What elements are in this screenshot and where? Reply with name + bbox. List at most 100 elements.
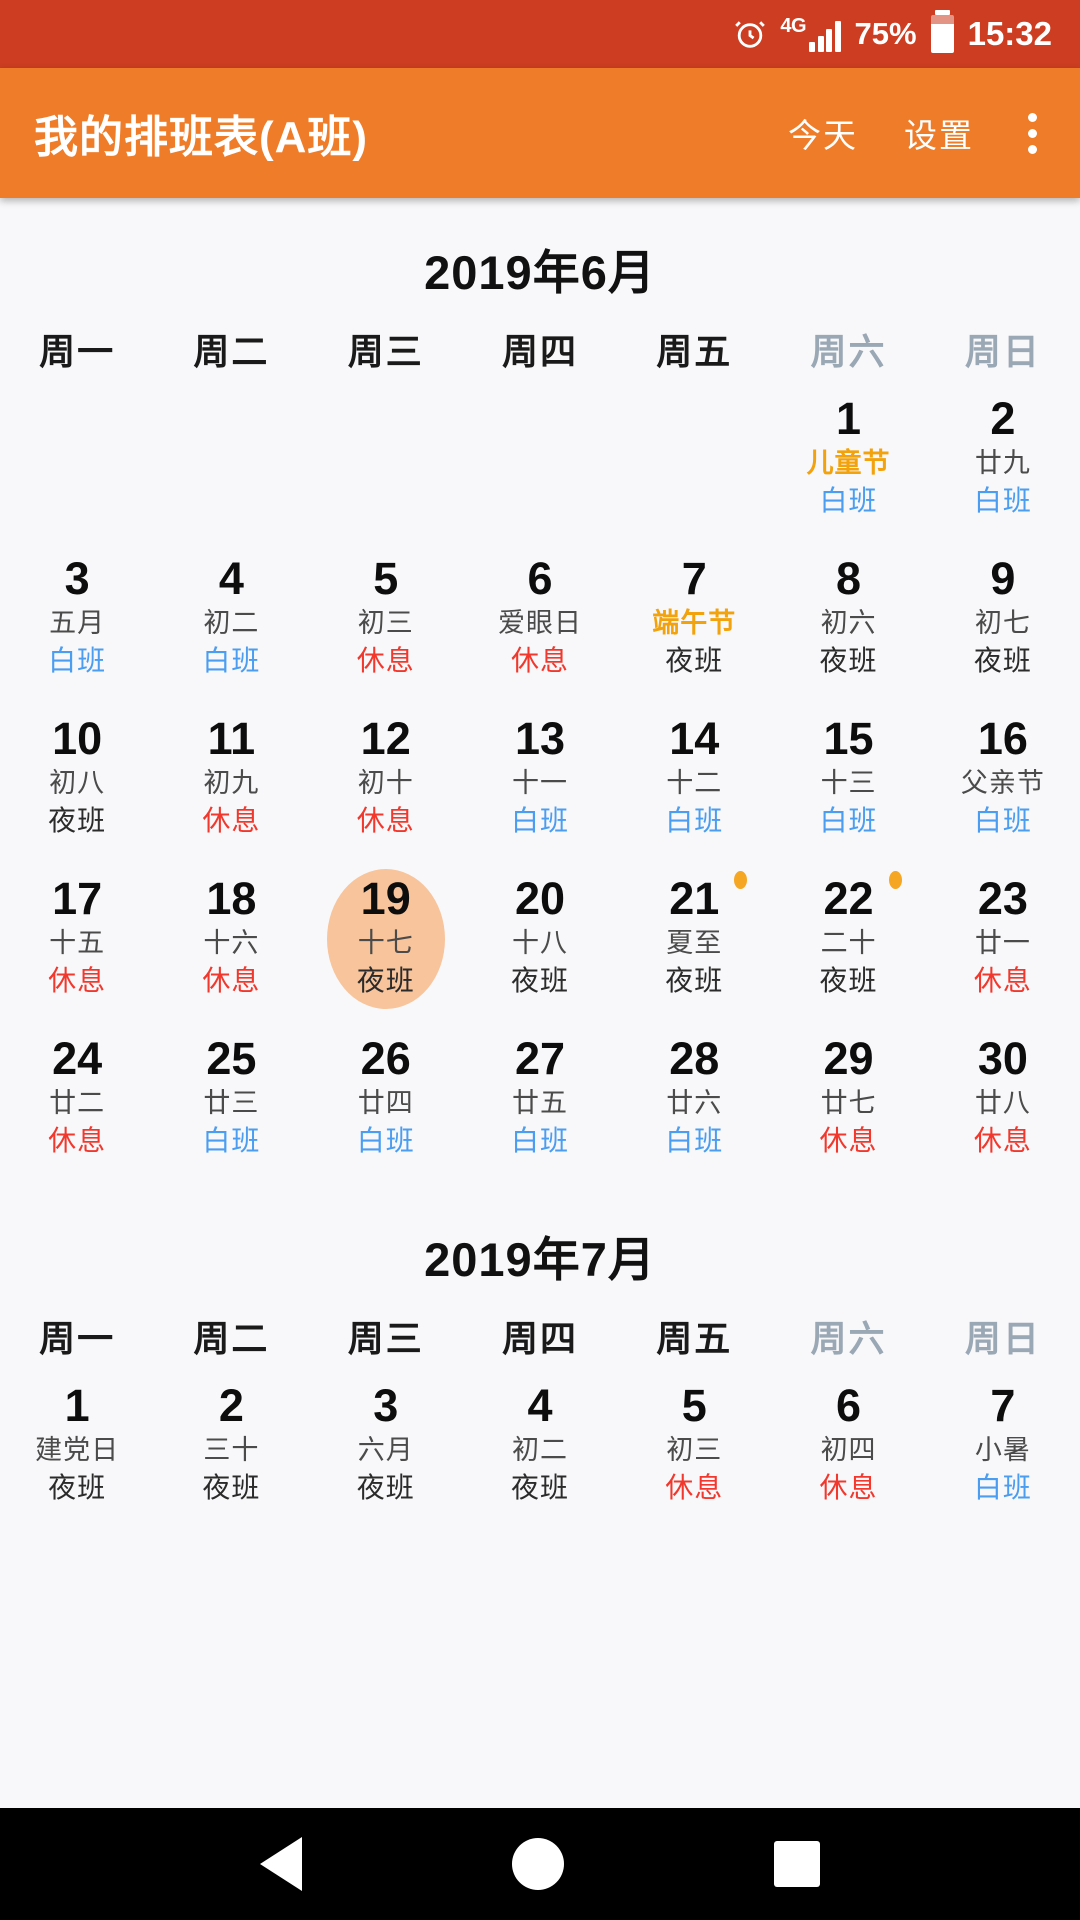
signal-strength-bars xyxy=(809,20,841,52)
lunar-or-festival-label: 初六 xyxy=(820,607,877,638)
calendar-day-cell[interactable]: 6 初四 休息 xyxy=(771,1372,925,1532)
phone-screen: 4G 75% 15:32 我的排班表(A班) 今天 设置 2019年6月 周一 周二… xyxy=(0,0,1080,1920)
calendar-day-cell[interactable]: 18 十六 休息 xyxy=(154,865,308,1025)
calendar-day-cell[interactable]: 2 三十 夜班 xyxy=(154,1372,308,1532)
calendar-day-cell[interactable]: 1 儿童节 白班 xyxy=(771,385,925,545)
calendar-day-cell[interactable]: 10 初八 夜班 xyxy=(0,705,154,865)
calendar-day-cell[interactable]: 1 建党日 夜班 xyxy=(0,1372,154,1532)
lunar-or-festival-label: 父亲节 xyxy=(960,767,1045,798)
overflow-menu-icon[interactable] xyxy=(1026,112,1038,154)
lunar-or-festival-label: 十二 xyxy=(666,767,723,798)
weekday-header-5: 周五 xyxy=(656,1318,733,1359)
weekday-header-3: 周三 xyxy=(347,1318,424,1359)
event-dot-icon xyxy=(734,871,748,889)
lunar-or-festival-label: 初二 xyxy=(511,1434,568,1465)
calendar-day-cell[interactable]: 26 廿四 白班 xyxy=(309,1025,463,1185)
status-clock: 15:32 xyxy=(967,15,1052,52)
lunar-or-festival-label: 廿六 xyxy=(666,1087,723,1118)
calendar-day-cell[interactable]: 7 小暑 白班 xyxy=(926,1372,1080,1532)
calendar-day-cell[interactable]: 5 初三 休息 xyxy=(309,545,463,705)
month-title: 2019年7月 xyxy=(424,1233,656,1286)
shift-label: 白班 xyxy=(665,805,724,837)
calendar-day-cell[interactable]: 4 初二 白班 xyxy=(154,545,308,705)
calendar-week-row: 24 廿二 休息 25 廿三 白班 26 廿四 白班 27 廿五 白班 28 廿六 白班 29 廿七 休息 30 廿八… xyxy=(0,1025,1080,1185)
weekday-header-4: 周四 xyxy=(501,1318,578,1359)
shift-label: 休息 xyxy=(665,1472,724,1504)
day-number: 1 xyxy=(64,1380,90,1431)
calendar-scroll-area[interactable]: 2019年6月 周一 周二 周三 周四 周五 周六 周日 1 儿童节 白班 2 廿九 白班 3 五月 白班 4 初二… xyxy=(0,198,1080,1808)
settings-button[interactable]: 设置 xyxy=(904,109,974,157)
calendar-day-cell[interactable]: 25 廿三 白班 xyxy=(154,1025,308,1185)
day-number: 19 xyxy=(360,873,411,924)
day-number: 4 xyxy=(527,1380,553,1431)
lunar-or-festival-label: 十八 xyxy=(511,927,568,958)
today-button[interactable]: 今天 xyxy=(788,109,858,157)
shift-label: 夜班 xyxy=(356,965,415,997)
day-number: 4 xyxy=(218,553,244,604)
calendar-day-cell[interactable]: 20 十八 夜班 xyxy=(463,865,617,1025)
day-number: 25 xyxy=(206,1033,257,1084)
android-nav-bar xyxy=(0,1808,1080,1920)
calendar-day-cell[interactable]: 30 廿八 休息 xyxy=(926,1025,1080,1185)
calendar-day-cell[interactable]: 9 初七 夜班 xyxy=(926,545,1080,705)
shift-label: 休息 xyxy=(202,965,261,997)
calendar-day-cell[interactable]: 12 初十 休息 xyxy=(309,705,463,865)
back-triangle-icon[interactable] xyxy=(260,1837,302,1891)
lunar-or-festival-label: 廿四 xyxy=(357,1087,414,1118)
shift-label: 夜班 xyxy=(665,965,724,997)
lunar-or-festival-label: 廿八 xyxy=(974,1087,1031,1118)
calendar-day-cell[interactable]: 24 廿二 休息 xyxy=(0,1025,154,1185)
calendar-day-cell[interactable]: 28 廿六 白班 xyxy=(617,1025,771,1185)
calendar-day-cell[interactable]: 27 廿五 白班 xyxy=(463,1025,617,1185)
calendar-day-cell[interactable]: 17 十五 休息 xyxy=(0,865,154,1025)
day-number: 17 xyxy=(52,873,103,924)
day-number: 6 xyxy=(527,553,553,604)
day-number: 30 xyxy=(977,1033,1028,1084)
shift-label: 夜班 xyxy=(48,805,107,837)
calendar-day-cell[interactable]: 15 十三 白班 xyxy=(771,705,925,865)
day-number: 5 xyxy=(373,553,399,604)
lunar-or-festival-label: 廿二 xyxy=(49,1087,106,1118)
lunar-or-festival-label: 廿五 xyxy=(511,1087,568,1118)
calendar-day-cell[interactable]: 7 端午节 夜班 xyxy=(617,545,771,705)
calendar-day-cell[interactable]: 14 十二 白班 xyxy=(617,705,771,865)
weekday-header-1: 周一 xyxy=(39,331,116,372)
shift-label: 白班 xyxy=(973,485,1032,517)
calendar-day-cell[interactable]: 3 六月 夜班 xyxy=(309,1372,463,1532)
calendar-day-cell[interactable]: 11 初九 休息 xyxy=(154,705,308,865)
calendar-day-cell[interactable]: 6 爱眼日 休息 xyxy=(463,545,617,705)
lunar-or-festival-label: 儿童节 xyxy=(806,447,891,478)
calendar-day-cell[interactable]: 8 初六 夜班 xyxy=(771,545,925,705)
calendar-day-cell[interactable]: 5 初三 休息 xyxy=(617,1372,771,1532)
lunar-or-festival-label: 夏至 xyxy=(666,927,723,958)
weekday-header-6: 周六 xyxy=(810,1318,887,1359)
day-number: 7 xyxy=(681,553,707,604)
day-number: 8 xyxy=(836,553,862,604)
calendar-day-cell[interactable]: 22 二十 夜班 xyxy=(771,865,925,1025)
shift-label: 白班 xyxy=(819,805,878,837)
network-type-label: 4G xyxy=(780,15,807,37)
calendar-day-cell[interactable]: 23 廿一 休息 xyxy=(926,865,1080,1025)
shift-label: 白班 xyxy=(202,1125,261,1157)
lunar-or-festival-label: 廿七 xyxy=(820,1087,877,1118)
calendar-day-cell[interactable]: 2 廿九 白班 xyxy=(926,385,1080,545)
calendar-day-cell[interactable]: 13 十一 白班 xyxy=(463,705,617,865)
home-circle-icon[interactable] xyxy=(512,1838,564,1890)
weekday-header-4: 周四 xyxy=(501,331,578,372)
lunar-or-festival-label: 初四 xyxy=(820,1434,877,1465)
shift-label: 白班 xyxy=(819,485,878,517)
calendar-day-cell[interactable]: 29 廿七 休息 xyxy=(771,1025,925,1185)
shift-label: 休息 xyxy=(356,805,415,837)
calendar-week-row: 1 建党日 夜班 2 三十 夜班 3 六月 夜班 4 初二 夜班 5 初三 休息 6 初四 休息 7 小暑 白班 xyxy=(0,1372,1080,1532)
recents-square-icon[interactable] xyxy=(774,1841,820,1887)
shift-label: 白班 xyxy=(510,1125,569,1157)
calendar-day-cell[interactable]: 4 初二 夜班 xyxy=(463,1372,617,1532)
calendar-day-cell[interactable]: 19 十七 夜班 xyxy=(309,865,463,1025)
calendar-day-cell[interactable]: 16 父亲节 白班 xyxy=(926,705,1080,865)
event-dot-icon xyxy=(888,871,902,889)
lunar-or-festival-label: 廿九 xyxy=(974,447,1031,478)
calendar-day-cell[interactable]: 21 夏至 夜班 xyxy=(617,865,771,1025)
calendar-day-cell[interactable]: 3 五月 白班 xyxy=(0,545,154,705)
day-number: 13 xyxy=(514,713,566,764)
day-number: 7 xyxy=(990,1380,1016,1431)
